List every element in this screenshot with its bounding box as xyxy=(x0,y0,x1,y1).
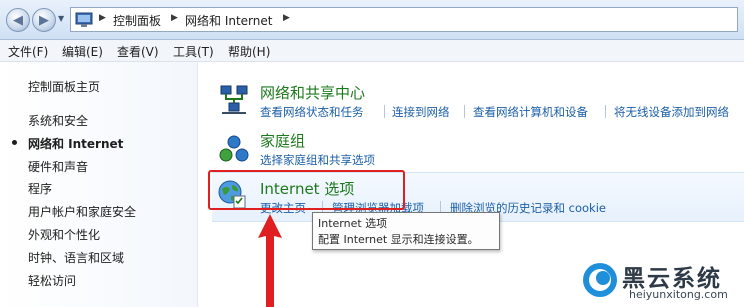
menu-file[interactable]: 文件(F) xyxy=(8,43,48,60)
tooltip-description: 配置 Internet 显示和连接设置。 xyxy=(318,233,479,246)
sidebar-item-hardware-sound[interactable]: 硬件和声音 xyxy=(28,158,88,175)
back-arrow-icon: ◀ xyxy=(13,12,23,28)
link-divider xyxy=(464,105,465,118)
sidebar-item-ease-of-access[interactable]: 轻松访问 xyxy=(28,272,76,289)
sidebar-item-user-accounts[interactable]: 用户帐户和家庭安全 xyxy=(28,203,136,220)
menu-edit[interactable]: 编辑(E) xyxy=(62,43,103,60)
link-divider xyxy=(605,105,606,118)
back-button[interactable]: ◀ xyxy=(6,8,30,32)
breadcrumb-separator-icon[interactable]: ▶ xyxy=(283,13,290,23)
breadcrumb-network-internet[interactable]: 网络和 Internet xyxy=(185,12,272,29)
link-add-wireless-device[interactable]: 将无线设备添加到网络 xyxy=(614,104,729,120)
left-navigation-pane: 控制面板主页 系统和安全 网络和 Internet 硬件和声音 程序 用户帐户和… xyxy=(0,62,198,307)
recent-pages-dropdown-icon[interactable]: ▼ xyxy=(58,14,64,23)
menu-help[interactable]: 帮助(H) xyxy=(228,43,270,60)
menu-view[interactable]: 查看(V) xyxy=(117,43,159,60)
link-divider xyxy=(384,105,385,118)
homegroup-icon xyxy=(219,135,249,162)
current-category-bullet-icon xyxy=(12,140,17,145)
sidebar-item-clock-language-region[interactable]: 时钟、语言和区域 xyxy=(28,249,124,266)
category-title-network-sharing[interactable]: 网络和共享中心 xyxy=(260,82,365,103)
annotation-arrow-icon xyxy=(258,214,282,307)
control-panel-icon xyxy=(75,12,93,27)
tooltip: Internet 选项 配置 Internet 显示和连接设置。 xyxy=(312,212,500,250)
network-sharing-icon xyxy=(220,85,248,114)
sidebar-item-appearance[interactable]: 外观和个性化 xyxy=(28,226,100,243)
menu-bar: 文件(F) 编辑(E) 查看(V) 工具(T) 帮助(H) xyxy=(0,40,744,62)
tooltip-title: Internet 选项 xyxy=(318,217,388,230)
breadcrumb-control-panel[interactable]: 控制面板 xyxy=(113,12,161,29)
link-view-network-status[interactable]: 查看网络状态和任务 xyxy=(260,104,364,120)
link-view-network-computers[interactable]: 查看网络计算机和设备 xyxy=(473,104,588,120)
forward-button[interactable]: ▶ xyxy=(32,8,56,32)
sidebar-item-system-security[interactable]: 系统和安全 xyxy=(28,112,88,129)
watermark-url: heiyunxitong.com xyxy=(629,288,728,301)
link-homegroup-sharing-options[interactable]: 选择家庭组和共享选项 xyxy=(260,152,375,168)
address-bar[interactable]: ▶ 控制面板 ▶ 网络和 Internet ▶ xyxy=(70,7,738,32)
forward-arrow-icon: ▶ xyxy=(39,12,49,28)
breadcrumb-separator-icon: ▶ xyxy=(99,13,106,23)
category-title-homegroup[interactable]: 家庭组 xyxy=(260,130,305,151)
address-toolbar: ◀ ▶ ▼ ▶ 控制面板 ▶ 网络和 Internet ▶ xyxy=(0,0,744,40)
sidebar-item-control-panel-home[interactable]: 控制面板主页 xyxy=(28,78,100,95)
link-connect-to-network[interactable]: 连接到网络 xyxy=(392,104,450,120)
breadcrumb-separator-icon[interactable]: ▶ xyxy=(171,13,178,23)
menu-tools[interactable]: 工具(T) xyxy=(173,43,214,60)
watermark-logo-icon xyxy=(583,263,617,297)
sidebar-item-network-internet[interactable]: 网络和 Internet xyxy=(28,135,123,152)
sidebar-item-programs[interactable]: 程序 xyxy=(28,180,52,197)
annotation-highlight-box xyxy=(208,170,405,210)
